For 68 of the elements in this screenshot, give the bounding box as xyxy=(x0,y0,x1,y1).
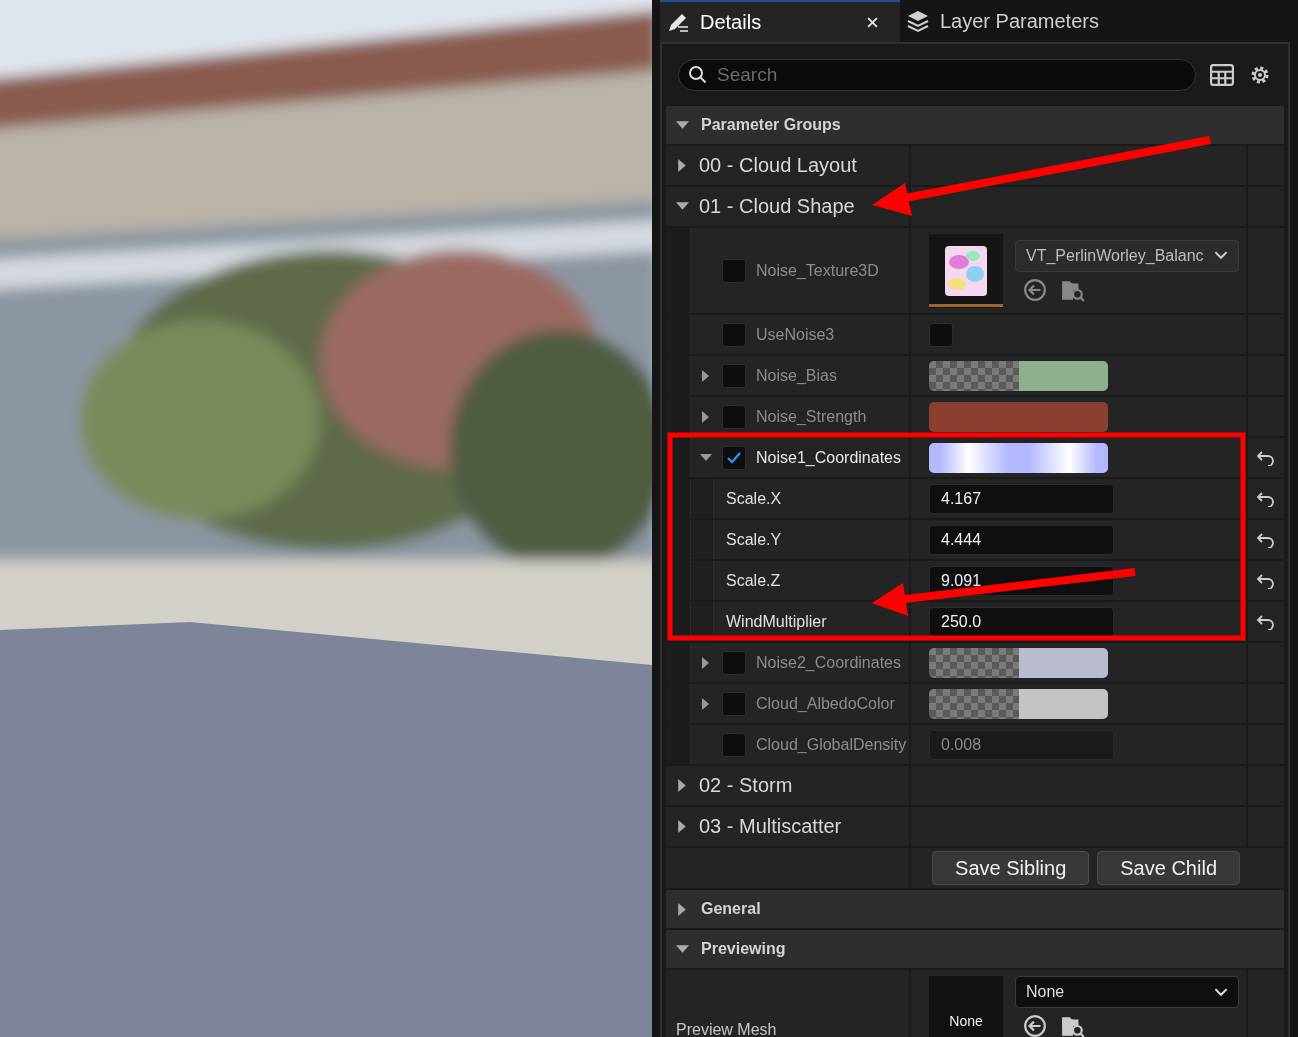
expand-arrow-icon[interactable] xyxy=(676,820,689,833)
expand-arrow-icon[interactable] xyxy=(676,779,689,792)
panel-tab[interactable]: Layer Parameters xyxy=(900,0,1111,42)
checkbox[interactable] xyxy=(722,691,746,716)
expand-arrow-icon[interactable] xyxy=(676,200,689,213)
checkbox[interactable] xyxy=(722,404,746,429)
parameter-name: Noise_Strength xyxy=(756,407,867,426)
number-field[interactable]: 0.008 xyxy=(929,729,1114,760)
panel-tab[interactable]: Details xyxy=(660,0,900,42)
section-header[interactable]: Previewing xyxy=(666,930,1284,968)
layers-icon xyxy=(906,9,930,33)
group-label[interactable]: 02 - Storm xyxy=(699,774,793,797)
property-label: Preview Mesh xyxy=(676,1021,777,1037)
parameter-name: Scale.Y xyxy=(726,530,782,549)
parameter-name: Noise1_Coordinates xyxy=(756,448,901,467)
checkbox[interactable] xyxy=(722,258,746,283)
save-button[interactable]: Save Child xyxy=(1097,851,1240,885)
table-icon[interactable] xyxy=(1210,63,1234,87)
parameter-name: UseNoise3 xyxy=(756,325,835,344)
group-label[interactable]: 03 - Multiscatter xyxy=(699,815,842,838)
parameter-name: Cloud_AlbedoColor xyxy=(756,694,895,713)
parameter-name: WindMultiplier xyxy=(726,612,827,631)
color-swatch[interactable] xyxy=(929,688,1108,719)
checkbox[interactable] xyxy=(722,363,746,388)
number-field[interactable]: 4.444 xyxy=(929,524,1114,555)
expand-arrow-icon[interactable] xyxy=(676,159,689,172)
color-swatch[interactable] xyxy=(929,401,1108,432)
group-label[interactable]: 00 - Cloud Layout xyxy=(699,154,857,177)
close-icon[interactable] xyxy=(867,16,878,28)
section-header[interactable]: Parameter Groups xyxy=(666,106,1284,144)
mesh-thumbnail[interactable]: None xyxy=(929,976,1003,1037)
group-label[interactable]: 01 - Cloud Shape xyxy=(699,195,855,218)
parameter-name: Noise_Texture3D xyxy=(756,261,879,280)
curved-arrow-icon[interactable] xyxy=(1256,531,1276,548)
color-swatch[interactable] xyxy=(929,647,1108,678)
number-field[interactable]: 4.167 xyxy=(929,483,1114,514)
parameter-name: Scale.Z xyxy=(726,571,781,590)
expand-arrow-icon xyxy=(676,942,689,956)
checkbox[interactable] xyxy=(722,732,746,757)
checkbox[interactable] xyxy=(929,322,953,347)
checkbox[interactable] xyxy=(722,322,746,347)
curved-arrow-icon[interactable] xyxy=(1256,449,1276,466)
texture-thumbnail[interactable] xyxy=(929,233,1003,308)
expand-arrow-icon xyxy=(676,118,689,132)
arrow-circle-icon[interactable] xyxy=(1023,1014,1047,1037)
expand-arrow-icon xyxy=(676,902,689,916)
parameter-name: Noise_Bias xyxy=(756,366,837,385)
chevron-down-icon xyxy=(1214,251,1228,260)
search-field[interactable]: Search xyxy=(678,59,1196,91)
curved-arrow-icon[interactable] xyxy=(1256,572,1276,589)
color-swatch[interactable] xyxy=(929,360,1108,391)
curved-arrow-icon[interactable] xyxy=(1256,490,1276,507)
checkbox[interactable] xyxy=(722,650,746,675)
number-field[interactable]: 250.0 xyxy=(929,606,1114,637)
arrow-circle-icon[interactable] xyxy=(1023,277,1047,302)
folder-search-icon[interactable] xyxy=(1061,1014,1085,1037)
parameter-name: Scale.X xyxy=(726,489,782,508)
color-swatch[interactable] xyxy=(929,442,1108,473)
asset-dropdown[interactable]: VT_PerlinWorley_Balanc xyxy=(1015,239,1239,272)
parameter-name: Cloud_GlobalDensity xyxy=(756,735,907,754)
section-header[interactable]: General xyxy=(666,890,1284,928)
parameter-name: Noise2_Coordinates xyxy=(756,653,901,672)
curved-arrow-icon[interactable] xyxy=(1256,613,1276,630)
checkbox[interactable] xyxy=(722,445,746,470)
save-button[interactable]: Save Sibling xyxy=(932,851,1090,885)
chevron-down-icon xyxy=(1214,987,1228,997)
mesh-dropdown[interactable]: None xyxy=(1015,976,1239,1008)
search-icon xyxy=(688,65,708,85)
